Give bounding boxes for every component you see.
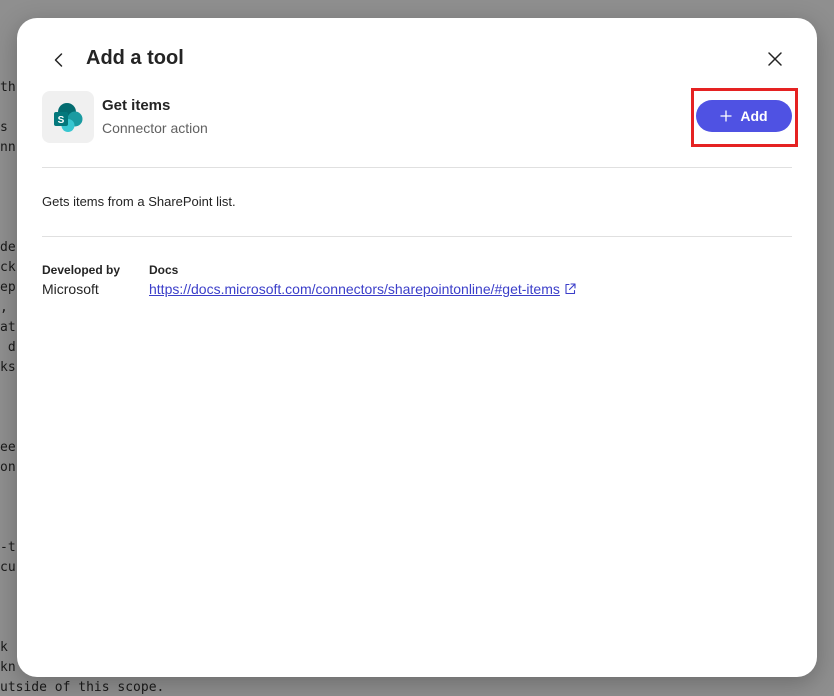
background-line: ee xyxy=(0,440,16,455)
add-tool-dialog: Add a tool S Get items Connector action … xyxy=(17,18,817,677)
sharepoint-icon: S xyxy=(54,103,83,132)
svg-text:S: S xyxy=(58,115,65,126)
divider xyxy=(42,236,792,237)
back-button[interactable] xyxy=(47,48,71,72)
docs-link-text: https://docs.microsoft.com/connectors/sh… xyxy=(149,281,560,297)
add-button[interactable]: Add xyxy=(696,100,792,132)
background-line: kn xyxy=(0,660,16,675)
background-line: ks xyxy=(0,360,16,375)
background-line: at xyxy=(0,320,16,335)
background-line: utside of this scope. xyxy=(0,680,165,695)
background-line: -t xyxy=(0,540,16,555)
developer-name: Microsoft xyxy=(42,281,99,297)
background-line: ep xyxy=(0,280,16,295)
background-line: cu xyxy=(0,560,16,575)
docs-label: Docs xyxy=(149,263,179,277)
close-button[interactable] xyxy=(763,47,787,71)
plus-icon xyxy=(720,110,733,122)
developed-by-label: Developed by xyxy=(42,263,121,277)
docs-link[interactable]: https://docs.microsoft.com/connectors/sh… xyxy=(149,281,576,297)
background-line: , xyxy=(0,300,8,315)
external-link-icon xyxy=(565,283,576,295)
tool-name: Get items xyxy=(102,97,171,114)
dialog-title: Add a tool xyxy=(86,47,184,69)
tool-icon-tile: S xyxy=(42,91,94,143)
background-line: s xyxy=(0,120,8,135)
background-line: on xyxy=(0,460,16,475)
divider xyxy=(42,167,792,168)
background-line: nn xyxy=(0,140,16,155)
background-line: th xyxy=(0,80,16,95)
background-line: k xyxy=(0,640,8,655)
tool-description: Gets items from a SharePoint list. xyxy=(42,194,236,209)
background-line: ck xyxy=(0,260,16,275)
tool-type: Connector action xyxy=(102,120,208,136)
background-line: de xyxy=(0,240,16,255)
chevron-left-icon xyxy=(54,53,63,67)
close-icon xyxy=(768,52,782,66)
add-button-label: Add xyxy=(740,108,768,124)
background-line: d xyxy=(0,340,16,355)
